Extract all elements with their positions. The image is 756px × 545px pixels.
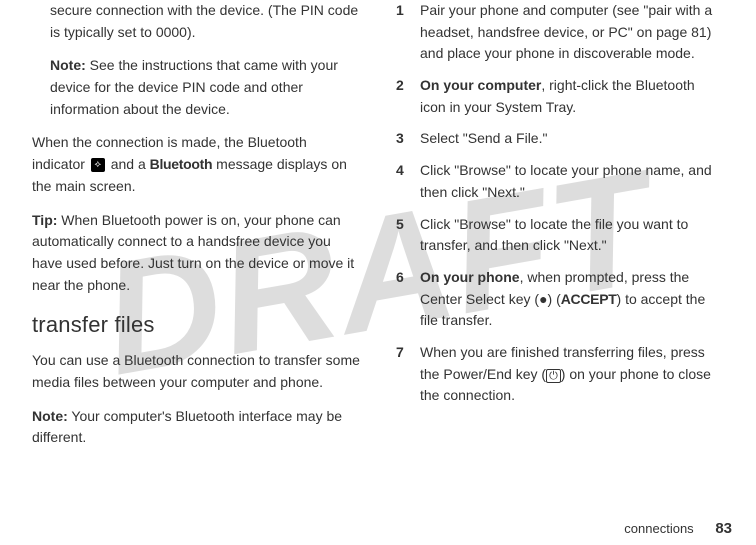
bluetooth-indicator-icon: ⟡ [91, 158, 105, 172]
step-bold: On your phone [420, 269, 520, 285]
step-bold: On your computer [420, 77, 541, 93]
step-row: 7 When you are finished transferring fil… [396, 342, 724, 407]
left-column: secure connection with the device. (The … [20, 0, 378, 545]
step-text: Click "Browse" to locate your phone name… [420, 160, 724, 203]
step-row: 6 On your phone, when prompted, press th… [396, 267, 724, 332]
tip-label: Tip: [32, 212, 57, 228]
right-column: 1 Pair your phone and computer (see "pai… [378, 0, 736, 545]
step-row: 1 Pair your phone and computer (see "pai… [396, 0, 724, 65]
step-text: On your computer, right-click the Blueto… [420, 75, 724, 118]
section-heading-transfer-files: transfer files [32, 308, 360, 342]
note-label: Note: [32, 408, 68, 424]
paragraph: secure connection with the device. (The … [50, 0, 360, 43]
center-select-key-icon: ● [539, 291, 547, 307]
text: ) ( [548, 291, 561, 307]
page-content: secure connection with the device. (The … [0, 0, 756, 545]
step-row: 4 Click "Browse" to locate your phone na… [396, 160, 724, 203]
note-label: Note: [50, 57, 86, 73]
note-paragraph: Note: See the instructions that came wit… [50, 55, 360, 120]
text: and a [107, 156, 150, 172]
step-number: 6 [396, 267, 420, 332]
step-text: On your phone, when prompted, press the … [420, 267, 724, 332]
step-text: When you are finished transferring files… [420, 342, 724, 407]
step-number: 2 [396, 75, 420, 118]
step-row: 3 Select "Send a File." [396, 128, 724, 150]
note-text: Your computer's Bluetooth interface may … [32, 408, 342, 446]
step-number: 4 [396, 160, 420, 203]
power-end-key-icon: ⏻ [546, 369, 561, 383]
accept-label: ACCEPT [561, 291, 617, 307]
step-number: 7 [396, 342, 420, 407]
note-text: See the instructions that came with your… [50, 57, 338, 116]
step-text: Click "Browse" to locate the file you wa… [420, 214, 724, 257]
paragraph: When the connection is made, the Bluetoo… [32, 132, 360, 197]
bluetooth-word: Bluetooth [150, 156, 213, 172]
note-paragraph: Note: Your computer's Bluetooth interfac… [32, 406, 360, 449]
tip-paragraph: Tip: When Bluetooth power is on, your ph… [32, 210, 360, 297]
paragraph: You can use a Bluetooth connection to tr… [32, 350, 360, 393]
step-text: Pair your phone and computer (see "pair … [420, 0, 724, 65]
step-row: 5 Click "Browse" to locate the file you … [396, 214, 724, 257]
step-number: 3 [396, 128, 420, 150]
step-number: 5 [396, 214, 420, 257]
tip-text: When Bluetooth power is on, your phone c… [32, 212, 354, 293]
step-text: Select "Send a File." [420, 128, 724, 150]
step-number: 1 [396, 0, 420, 65]
step-row: 2 On your computer, right-click the Blue… [396, 75, 724, 118]
